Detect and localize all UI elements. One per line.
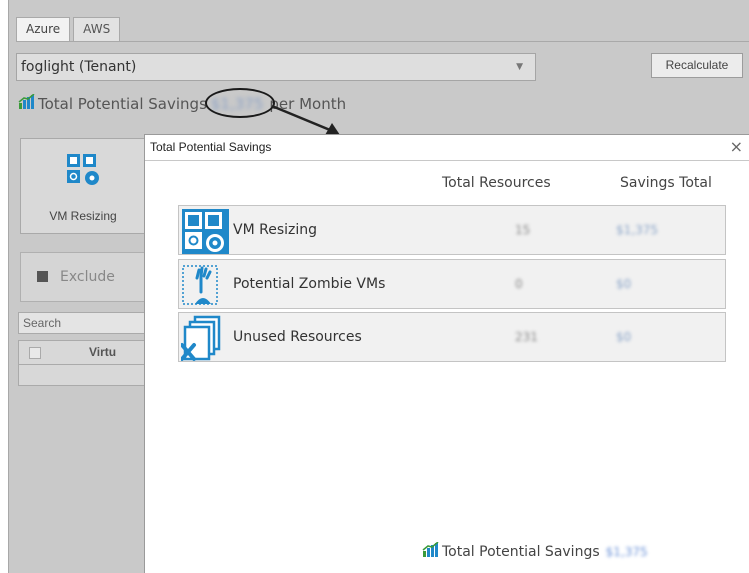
search-input[interactable]: Search xyxy=(18,312,146,334)
chevron-down-icon[interactable]: ▼ xyxy=(516,54,523,80)
zombie-vm-icon xyxy=(181,262,229,312)
dialog-total-amount: $1,375 xyxy=(605,545,648,559)
vm-resizing-panel-label: VM Resizing xyxy=(49,209,117,223)
row-savings-total: $1,375 xyxy=(616,223,658,237)
bar-chart-icon xyxy=(422,541,440,562)
exclude-button[interactable]: Exclude xyxy=(20,252,146,302)
row-resource-count: 15 xyxy=(515,223,531,237)
select-all-checkbox[interactable] xyxy=(29,347,41,359)
vm-grid: Virtu xyxy=(18,340,146,386)
dialog-title: Total Potential Savings xyxy=(150,140,272,154)
vm-resizing-icon xyxy=(181,208,230,258)
vm-grid-column-header[interactable]: Virtu xyxy=(89,345,116,359)
row-name: Unused Resources xyxy=(233,329,362,345)
close-icon[interactable]: × xyxy=(730,137,743,156)
row-resource-count: 231 xyxy=(515,330,538,344)
savings-row-vm-resizing[interactable]: VM Resizing 15 $1,375 xyxy=(178,205,726,255)
tenant-dropdown-value: foglight (Tenant) xyxy=(21,59,137,75)
dialog-titlebar[interactable]: Total Potential Savings × xyxy=(145,135,749,161)
savings-summary-label: Total Potential Savings xyxy=(38,95,207,113)
vm-resizing-panel[interactable]: VM Resizing xyxy=(20,138,146,234)
savings-row-zombie-vms[interactable]: Potential Zombie VMs 0 $0 xyxy=(178,259,726,309)
row-name: VM Resizing xyxy=(233,222,317,238)
column-header-savings-total: Savings Total xyxy=(620,175,712,191)
unused-resources-icon xyxy=(180,315,229,365)
dialog-total-label: Total Potential Savings xyxy=(442,544,600,560)
tab-aws[interactable]: AWS xyxy=(73,17,121,41)
exclude-label: Exclude xyxy=(60,269,115,285)
vm-resizing-icon xyxy=(66,153,102,191)
total-potential-savings-dialog: Total Potential Savings × Total Resource… xyxy=(144,134,749,573)
row-resource-count: 0 xyxy=(515,277,523,291)
dialog-total-savings: Total Potential Savings $1,375 xyxy=(422,541,648,562)
recalculate-button[interactable]: Recalculate xyxy=(651,53,743,78)
tenant-dropdown[interactable]: foglight (Tenant) ▼ xyxy=(16,53,536,81)
tab-divider xyxy=(16,41,749,42)
vm-grid-header: Virtu xyxy=(19,341,145,365)
bar-chart-icon xyxy=(18,93,36,114)
annotation-ellipse xyxy=(205,88,275,118)
tab-azure[interactable]: Azure xyxy=(16,17,71,42)
column-header-total-resources: Total Resources xyxy=(442,175,551,191)
row-name: Potential Zombie VMs xyxy=(233,276,386,292)
row-savings-total: $0 xyxy=(616,277,632,291)
cloud-tabs: Azure AWS xyxy=(16,17,123,42)
exclude-icon xyxy=(37,271,48,282)
row-savings-total: $0 xyxy=(616,330,632,344)
savings-row-unused-resources[interactable]: Unused Resources 231 $0 xyxy=(178,312,726,362)
